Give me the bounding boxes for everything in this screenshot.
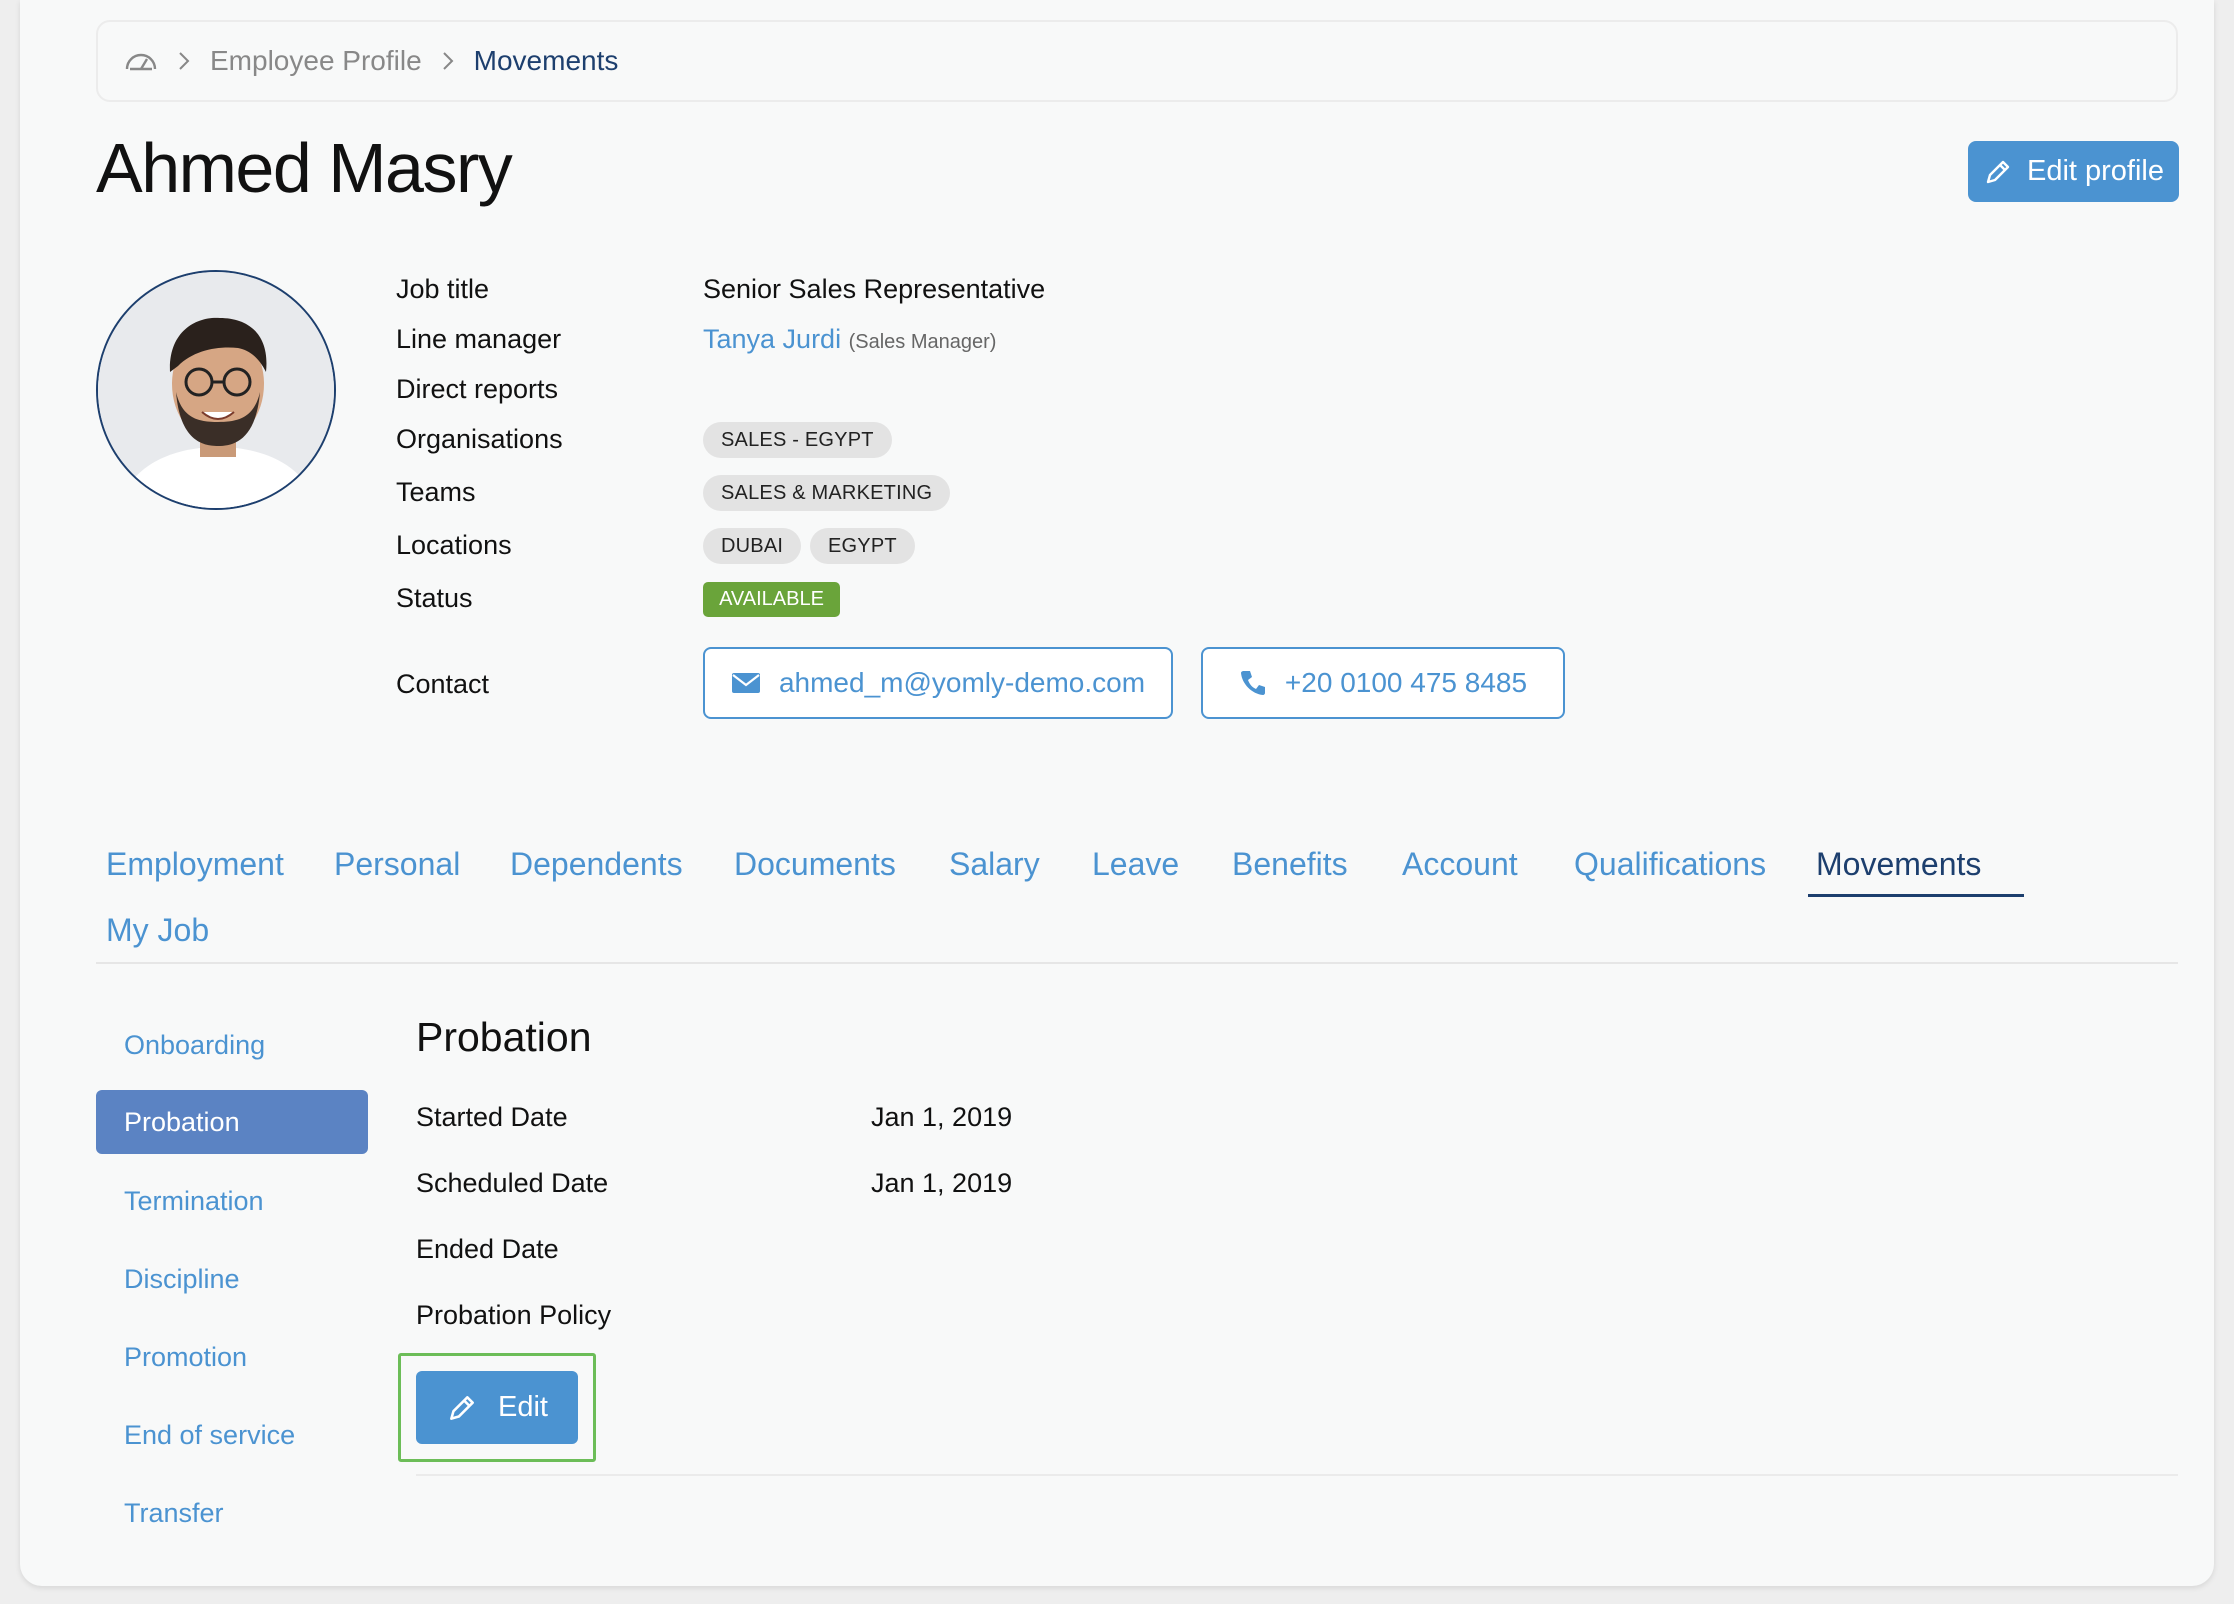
breadcrumb-movements: Movements <box>473 45 619 76</box>
direct-reports-label: Direct reports <box>396 374 559 404</box>
edit-profile-button[interactable]: Edit profile <box>1968 141 2179 202</box>
tab-my-job[interactable]: My Job <box>106 912 209 949</box>
profile-card: Employee Profile Movements Ahmed Masry E… <box>20 0 2214 1586</box>
side-item-probation[interactable]: Probation <box>96 1090 368 1154</box>
side-item-promotion[interactable]: Promotion <box>124 1342 247 1373</box>
section-divider <box>416 1474 2178 1476</box>
active-tab-indicator <box>1808 894 2024 897</box>
pencil-icon <box>446 1392 478 1424</box>
chevron-right-icon <box>442 51 454 71</box>
started-date-value: Jan 1, 2019 <box>871 1102 1013 1132</box>
side-item-onboarding[interactable]: Onboarding <box>124 1030 265 1061</box>
teams-label: Teams <box>396 477 476 507</box>
phone-icon <box>1239 669 1267 697</box>
page-title: Ahmed Masry <box>96 129 513 207</box>
tab-dependents[interactable]: Dependents <box>510 846 683 883</box>
status-label: Status <box>396 583 473 613</box>
team-tag: SALES & MARKETING <box>703 475 951 511</box>
email-value: ahmed_m@yomly-demo.com <box>778 667 1146 698</box>
avatar <box>96 270 336 510</box>
scheduled-date-value: Jan 1, 2019 <box>871 1168 1013 1198</box>
location-tag-dubai: DUBAI <box>703 528 802 564</box>
tab-personal[interactable]: Personal <box>334 846 460 883</box>
locations-label: Locations <box>396 530 512 560</box>
job-title-label: Job title <box>396 274 490 304</box>
scheduled-date-label: Scheduled Date <box>416 1168 609 1198</box>
tabs-divider <box>96 962 2178 964</box>
started-date-label: Started Date <box>416 1102 568 1132</box>
probation-policy-label: Probation Policy <box>416 1300 612 1330</box>
phone-button[interactable]: +20 0100 475 8485 <box>1201 647 1565 719</box>
envelope-icon <box>731 672 761 694</box>
tab-employment[interactable]: Employment <box>106 846 284 883</box>
line-manager-role: (Sales Manager) <box>848 331 997 353</box>
location-tag-egypt: EGYPT <box>810 528 915 564</box>
section-title: Probation <box>416 1014 592 1060</box>
side-item-termination[interactable]: Termination <box>124 1186 264 1217</box>
tab-documents[interactable]: Documents <box>734 846 896 883</box>
job-title-value: Senior Sales Representative <box>703 274 1046 304</box>
breadcrumb: Employee Profile Movements <box>96 20 2178 102</box>
tab-movements[interactable]: Movements <box>1816 846 1981 883</box>
tab-benefits[interactable]: Benefits <box>1232 846 1348 883</box>
edit-probation-button[interactable]: Edit <box>416 1371 578 1444</box>
email-button[interactable]: ahmed_m@yomly-demo.com <box>703 647 1173 719</box>
ended-date-label: Ended Date <box>416 1234 559 1264</box>
tab-leave[interactable]: Leave <box>1092 846 1179 883</box>
organisation-tag: SALES - EGYPT <box>703 422 892 458</box>
line-manager-link[interactable]: Tanya Jurdi <box>703 324 841 354</box>
side-item-discipline[interactable]: Discipline <box>124 1264 240 1295</box>
line-manager-value: Tanya Jurdi (Sales Manager) <box>703 324 996 355</box>
edit-label: Edit <box>498 1391 548 1423</box>
tab-salary[interactable]: Salary <box>949 846 1040 883</box>
chevron-right-icon <box>178 51 190 71</box>
side-item-transfer[interactable]: Transfer <box>124 1498 224 1529</box>
contact-label: Contact <box>396 669 490 699</box>
phone-value: +20 0100 475 8485 <box>1284 667 1528 698</box>
side-item-end-of-service[interactable]: End of service <box>124 1420 295 1451</box>
tab-account[interactable]: Account <box>1402 846 1518 883</box>
dashboard-icon[interactable] <box>124 50 158 72</box>
line-manager-label: Line manager <box>396 324 562 354</box>
pencil-icon <box>1983 157 2013 187</box>
edit-profile-label: Edit profile <box>2026 155 2164 187</box>
organisations-label: Organisations <box>396 424 563 454</box>
breadcrumb-employee-profile[interactable]: Employee Profile <box>210 45 422 77</box>
status-badge: AVAILABLE <box>703 582 840 617</box>
tab-qualifications[interactable]: Qualifications <box>1574 846 1766 883</box>
